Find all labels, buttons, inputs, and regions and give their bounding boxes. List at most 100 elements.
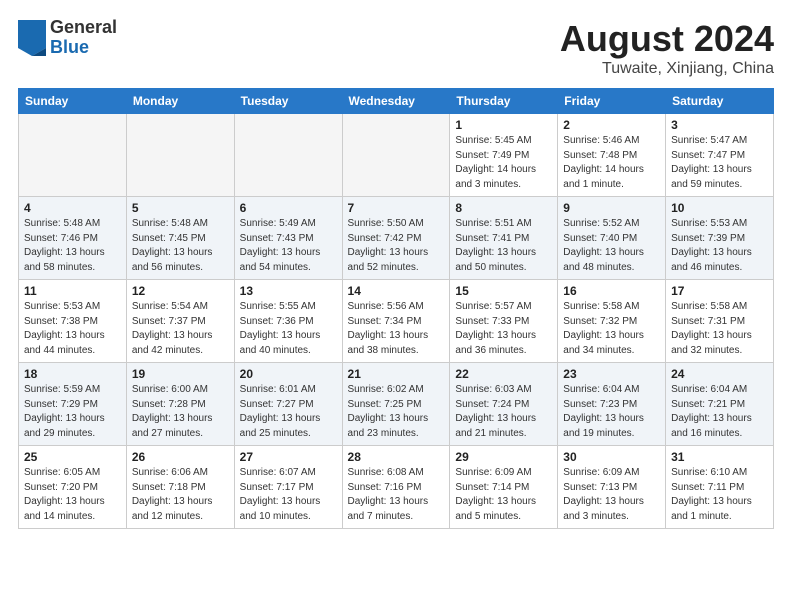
calendar-row: 1 Sunrise: 5:45 AM Sunset: 7:49 PM Daylig… — [19, 114, 774, 197]
day-info: Sunrise: 6:07 AM Sunset: 7:17 PM Dayligh… — [240, 466, 337, 524]
day-info: Sunrise: 6:05 AM Sunset: 7:20 PM Dayligh… — [24, 466, 121, 524]
day-number: 9 — [563, 201, 660, 215]
col-thursday: Thursday — [450, 89, 558, 114]
day-number: 28 — [348, 450, 445, 464]
table-row: 9 Sunrise: 5:52 AM Sunset: 7:40 PM Daylig… — [558, 197, 666, 280]
table-row: 13 Sunrise: 5:55 AM Sunset: 7:36 PM Dayli… — [234, 280, 342, 363]
day-number: 20 — [240, 367, 337, 381]
day-info: Sunrise: 6:10 AM Sunset: 7:11 PM Dayligh… — [671, 466, 768, 524]
day-number: 16 — [563, 284, 660, 298]
day-info: Sunrise: 6:01 AM Sunset: 7:27 PM Dayligh… — [240, 383, 337, 441]
table-row: 22Sunrise: 6:03 AM Sunset: 7:24 PM Dayli… — [450, 363, 558, 446]
table-row: 5 Sunrise: 5:48 AM Sunset: 7:45 PM Daylig… — [126, 197, 234, 280]
day-info: Sunrise: 6:04 AM Sunset: 7:23 PM Dayligh… — [563, 383, 660, 441]
day-number: 2 — [563, 118, 660, 132]
table-row: 26 Sunrise: 6:06 AM Sunset: 7:18 PM Dayli… — [126, 446, 234, 529]
table-row — [19, 114, 127, 197]
day-info: Sunrise: 5:55 AM Sunset: 7:36 PM Dayligh… — [240, 300, 337, 358]
table-row: 11 Sunrise: 5:53 AM Sunset: 7:38 PM Dayli… — [19, 280, 127, 363]
day-number: 5 — [132, 201, 229, 215]
table-row: 17 Sunrise: 5:58 AM Sunset: 7:31 PM Dayli… — [666, 280, 774, 363]
day-number: 24 — [671, 367, 768, 381]
day-number: 21 — [348, 367, 445, 381]
day-info: Sunrise: 6:06 AM Sunset: 7:18 PM Dayligh… — [132, 466, 229, 524]
day-info: Sunrise: 5:52 AM Sunset: 7:40 PM Dayligh… — [563, 217, 660, 275]
calendar-table: Sunday Monday Tuesday Wednesday Thursday… — [18, 88, 774, 529]
day-info: Sunrise: 5:45 AM Sunset: 7:49 PM Dayligh… — [455, 134, 552, 192]
table-row: 28 Sunrise: 6:08 AM Sunset: 7:16 PM Dayli… — [342, 446, 450, 529]
day-info: Sunrise: 5:53 AM Sunset: 7:39 PM Dayligh… — [671, 217, 768, 275]
day-info: Sunrise: 5:50 AM Sunset: 7:42 PM Dayligh… — [348, 217, 445, 275]
calendar-row: 11 Sunrise: 5:53 AM Sunset: 7:38 PM Dayli… — [19, 280, 774, 363]
day-info: Sunrise: 6:00 AM Sunset: 7:28 PM Dayligh… — [132, 383, 229, 441]
day-info: Sunrise: 5:56 AM Sunset: 7:34 PM Dayligh… — [348, 300, 445, 358]
day-info: Sunrise: 5:48 AM Sunset: 7:45 PM Dayligh… — [132, 217, 229, 275]
col-tuesday: Tuesday — [234, 89, 342, 114]
day-number: 27 — [240, 450, 337, 464]
table-row: 27 Sunrise: 6:07 AM Sunset: 7:17 PM Dayli… — [234, 446, 342, 529]
header: General Blue August 2024 Tuwaite, Xinjia… — [18, 18, 774, 78]
day-info: Sunrise: 5:59 AM Sunset: 7:29 PM Dayligh… — [24, 383, 121, 441]
day-info: Sunrise: 5:48 AM Sunset: 7:46 PM Dayligh… — [24, 217, 121, 275]
day-number: 14 — [348, 284, 445, 298]
day-number: 12 — [132, 284, 229, 298]
table-row: 23 Sunrise: 6:04 AM Sunset: 7:23 PM Dayli… — [558, 363, 666, 446]
day-info: Sunrise: 5:57 AM Sunset: 7:33 PM Dayligh… — [455, 300, 552, 358]
day-number: 26 — [132, 450, 229, 464]
day-number: 17 — [671, 284, 768, 298]
calendar-row: 4 Sunrise: 5:48 AM Sunset: 7:46 PM Daylig… — [19, 197, 774, 280]
day-number: 19 — [132, 367, 229, 381]
logo-general-text: General — [50, 18, 117, 38]
day-number: 8 — [455, 201, 552, 215]
day-number: 6 — [240, 201, 337, 215]
col-sunday: Sunday — [19, 89, 127, 114]
day-number: 11 — [24, 284, 121, 298]
day-info: Sunrise: 5:46 AM Sunset: 7:48 PM Dayligh… — [563, 134, 660, 192]
day-info: Sunrise: 5:53 AM Sunset: 7:38 PM Dayligh… — [24, 300, 121, 358]
day-info: Sunrise: 5:58 AM Sunset: 7:31 PM Dayligh… — [671, 300, 768, 358]
title-block: August 2024 Tuwaite, Xinjiang, China — [560, 18, 774, 78]
day-number: 18 — [24, 367, 121, 381]
calendar-page: General Blue August 2024 Tuwaite, Xinjia… — [0, 0, 792, 539]
day-info: Sunrise: 5:49 AM Sunset: 7:43 PM Dayligh… — [240, 217, 337, 275]
calendar-row: 18 Sunrise: 5:59 AM Sunset: 7:29 PM Dayli… — [19, 363, 774, 446]
calendar-header-row: Sunday Monday Tuesday Wednesday Thursday… — [19, 89, 774, 114]
table-row: 7Sunrise: 5:50 AM Sunset: 7:42 PM Daylig… — [342, 197, 450, 280]
calendar-row: 25Sunrise: 6:05 AM Sunset: 7:20 PM Dayli… — [19, 446, 774, 529]
day-number: 30 — [563, 450, 660, 464]
logo-icon — [18, 20, 46, 56]
table-row: 16 Sunrise: 5:58 AM Sunset: 7:32 PM Dayli… — [558, 280, 666, 363]
table-row: 12Sunrise: 5:54 AM Sunset: 7:37 PM Dayli… — [126, 280, 234, 363]
day-number: 13 — [240, 284, 337, 298]
day-info: Sunrise: 5:58 AM Sunset: 7:32 PM Dayligh… — [563, 300, 660, 358]
main-title: August 2024 — [560, 18, 774, 60]
table-row: 30 Sunrise: 6:09 AM Sunset: 7:13 PM Dayli… — [558, 446, 666, 529]
table-row — [234, 114, 342, 197]
table-row: 31 Sunrise: 6:10 AM Sunset: 7:11 PM Dayli… — [666, 446, 774, 529]
day-info: Sunrise: 6:02 AM Sunset: 7:25 PM Dayligh… — [348, 383, 445, 441]
day-info: Sunrise: 6:08 AM Sunset: 7:16 PM Dayligh… — [348, 466, 445, 524]
col-saturday: Saturday — [666, 89, 774, 114]
table-row: 2 Sunrise: 5:46 AM Sunset: 7:48 PM Daylig… — [558, 114, 666, 197]
col-friday: Friday — [558, 89, 666, 114]
day-info: Sunrise: 6:09 AM Sunset: 7:13 PM Dayligh… — [563, 466, 660, 524]
table-row: 25Sunrise: 6:05 AM Sunset: 7:20 PM Dayli… — [19, 446, 127, 529]
day-info: Sunrise: 5:47 AM Sunset: 7:47 PM Dayligh… — [671, 134, 768, 192]
table-row: 4 Sunrise: 5:48 AM Sunset: 7:46 PM Daylig… — [19, 197, 127, 280]
table-row: 14 Sunrise: 5:56 AM Sunset: 7:34 PM Dayli… — [342, 280, 450, 363]
table-row: 21 Sunrise: 6:02 AM Sunset: 7:25 PM Dayli… — [342, 363, 450, 446]
logo-blue-text: Blue — [50, 38, 117, 58]
day-number: 4 — [24, 201, 121, 215]
day-info: Sunrise: 5:51 AM Sunset: 7:41 PM Dayligh… — [455, 217, 552, 275]
day-number: 1 — [455, 118, 552, 132]
day-number: 31 — [671, 450, 768, 464]
table-row: 10Sunrise: 5:53 AM Sunset: 7:39 PM Dayli… — [666, 197, 774, 280]
table-row: 24Sunrise: 6:04 AM Sunset: 7:21 PM Dayli… — [666, 363, 774, 446]
sub-title: Tuwaite, Xinjiang, China — [560, 60, 774, 78]
table-row: 3Sunrise: 5:47 AM Sunset: 7:47 PM Daylig… — [666, 114, 774, 197]
table-row: 29Sunrise: 6:09 AM Sunset: 7:14 PM Dayli… — [450, 446, 558, 529]
day-number: 22 — [455, 367, 552, 381]
table-row — [342, 114, 450, 197]
day-number: 15 — [455, 284, 552, 298]
day-number: 23 — [563, 367, 660, 381]
